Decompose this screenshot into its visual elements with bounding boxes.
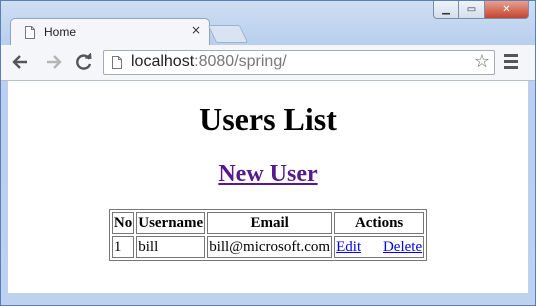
- browser-toolbar: localhost:8080/spring/ ☆: [1, 45, 535, 81]
- url-path: :8080/spring/: [194, 53, 287, 70]
- reload-button[interactable]: [75, 53, 93, 71]
- window-controls: ▁ ▭ ✕: [433, 1, 529, 19]
- forward-button[interactable]: [45, 53, 63, 71]
- bookmark-star-icon[interactable]: ☆: [474, 52, 490, 72]
- forward-arrow-icon: [47, 55, 62, 69]
- minimize-button[interactable]: ▁: [433, 1, 459, 19]
- back-arrow-icon: [12, 55, 27, 69]
- back-button[interactable]: [11, 53, 29, 71]
- page-content: Users List New User No Username Email Ac…: [8, 81, 528, 293]
- reload-icon: [76, 53, 92, 70]
- close-window-button[interactable]: ✕: [485, 1, 529, 19]
- browser-window: Home × ▁ ▭ ✕ localhost:8080/spring/ ☆ Us…: [0, 0, 536, 306]
- page-icon: [25, 26, 35, 39]
- maximize-icon: ▭: [466, 4, 477, 15]
- minimize-icon: ▁: [442, 4, 450, 15]
- close-icon: ✕: [502, 4, 511, 15]
- tab-strip: Home × ▁ ▭ ✕: [1, 1, 535, 45]
- header-actions: Actions: [334, 212, 425, 234]
- cell-username: bill: [136, 236, 206, 258]
- table-header-row: No Username Email Actions: [111, 212, 425, 234]
- edit-link[interactable]: Edit: [336, 239, 361, 256]
- address-bar[interactable]: localhost:8080/spring/ ☆: [103, 50, 495, 75]
- new-user-link[interactable]: New User: [218, 161, 317, 187]
- table-row: 1 bill bill@microsoft.com Edit Delete: [111, 236, 425, 258]
- tab-home[interactable]: Home ×: [10, 18, 210, 45]
- new-tab-button[interactable]: [207, 25, 249, 43]
- page-title: Users List: [199, 101, 337, 137]
- url-host: localhost: [131, 53, 195, 70]
- tab-title: Home: [44, 25, 77, 39]
- delete-link[interactable]: Delete: [383, 239, 422, 256]
- users-table-wrapper: No Username Email Actions 1 bill bill@mi…: [8, 209, 528, 261]
- cell-email: bill@microsoft.com: [207, 236, 333, 258]
- maximize-button[interactable]: ▭: [459, 1, 485, 19]
- cell-actions: Edit Delete: [334, 236, 425, 258]
- header-email: Email: [207, 212, 333, 234]
- users-table: No Username Email Actions 1 bill bill@mi…: [108, 209, 428, 261]
- hamburger-menu-icon[interactable]: [504, 54, 518, 70]
- header-no: No: [111, 212, 135, 234]
- tab-close-icon[interactable]: ×: [191, 23, 201, 37]
- page-icon: [112, 56, 122, 69]
- url-text[interactable]: localhost:8080/spring/: [131, 53, 287, 71]
- cell-no: 1: [111, 236, 135, 258]
- new-user-container: New User: [8, 161, 528, 188]
- header-username: Username: [136, 212, 206, 234]
